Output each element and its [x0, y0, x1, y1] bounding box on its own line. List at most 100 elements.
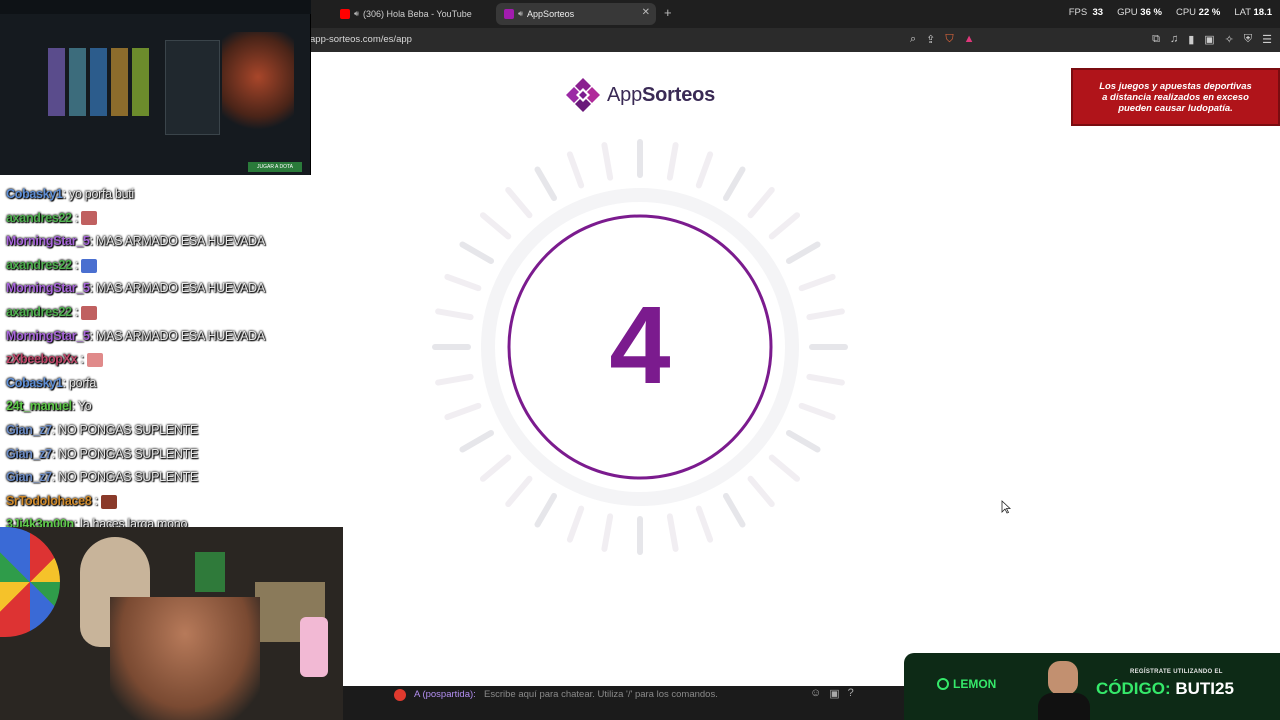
- spinner-tick: [534, 492, 557, 528]
- chat-username[interactable]: MorningStar_5: [6, 329, 90, 343]
- tab-youtube-label: (306) Hola Beba - YouTube: [363, 9, 472, 19]
- spinner-tick: [566, 151, 585, 189]
- appsorteos-logo-icon: [566, 78, 600, 112]
- ad-line-1: Los juegos y apuestas deportivas: [1099, 80, 1252, 92]
- help-icon[interactable]: ?: [848, 687, 854, 700]
- chat-text: : NO PONGAS SUPLENTE: [51, 446, 198, 461]
- spinner-tick: [459, 430, 495, 453]
- chat-text: : NO PONGAS SUPLENTE: [51, 470, 198, 485]
- chat-username[interactable]: axandres22: [6, 211, 72, 225]
- chat-username[interactable]: 24t_manuel: [6, 399, 72, 413]
- youtube-icon: [340, 9, 350, 19]
- spinner-tick: [534, 166, 557, 202]
- chat-message: Gian_z7: NO PONGAS SUPLENTE: [6, 446, 198, 462]
- menu-icon[interactable]: ☰: [1262, 33, 1272, 46]
- chat-user-label: A (pospartida):: [414, 689, 476, 700]
- brave-shield-icon[interactable]: ⛉: [945, 33, 953, 46]
- user-avatar-icon: [394, 689, 406, 701]
- vpn-icon[interactable]: ⛨: [1244, 33, 1252, 46]
- address-bar-icons: ⌕ ⇪ ⛉ ▲: [910, 33, 975, 46]
- spinner-tick: [768, 454, 801, 482]
- new-tab-button[interactable]: +: [664, 5, 672, 20]
- hero-card: [69, 48, 86, 116]
- lemon-ring-icon: [937, 678, 949, 690]
- chat-username[interactable]: Gian_z7: [6, 447, 52, 461]
- rewards-icon[interactable]: ▲: [964, 33, 975, 46]
- hero-details-panel: [165, 40, 220, 135]
- chat-username[interactable]: MorningStar_5: [6, 234, 90, 248]
- tab-youtube[interactable]: 🔊︎ (306) Hola Beba - YouTube: [332, 3, 490, 25]
- lemon-sponsor-banner: LEMON REGÍSTRATE UTILIZANDO EL CÓDIGO: B…: [904, 653, 1280, 720]
- spinner-tick: [435, 308, 474, 321]
- chat-text: : MAS ARMADO ESA HUEVADA: [89, 281, 266, 296]
- chat-input-bar: A (pospartida): Escribe aquí para chatea…: [343, 686, 905, 720]
- countdown-number: 4: [609, 283, 671, 407]
- spinner-tick: [479, 212, 512, 240]
- cpu-stat: CPU 22 %: [1175, 7, 1221, 18]
- chat-username[interactable]: Gian_z7: [6, 470, 52, 484]
- spinner-tick: [479, 454, 512, 482]
- chat-username[interactable]: Gian_z7: [6, 423, 52, 437]
- chat-text: :: [71, 210, 82, 225]
- chat-message: axandres22 :: [6, 257, 98, 273]
- spinner-tick: [723, 492, 746, 528]
- chat-input[interactable]: Escribe aquí para chatear. Utiliza '/' p…: [484, 689, 718, 700]
- spinner-tick: [666, 142, 679, 181]
- chat-message: MorningStar_5: MAS ARMADO ESA HUEVADA: [6, 280, 265, 296]
- share-icon[interactable]: ⇪: [926, 33, 935, 46]
- tab-appsorteos[interactable]: 🔊︎ AppSorteos ✕: [496, 3, 656, 25]
- chat-username[interactable]: axandres22: [6, 258, 72, 272]
- speaker-icon[interactable]: 🔊︎: [354, 9, 359, 19]
- spinner-tick: [505, 475, 533, 508]
- chat-username[interactable]: axandres22: [6, 305, 72, 319]
- gambling-warning-banner: Los juegos y apuestas deportivas a dista…: [1071, 68, 1280, 126]
- chat-message: MorningStar_5: MAS ARMADO ESA HUEVADA: [6, 233, 265, 249]
- music-icon[interactable]: ♫: [1170, 33, 1178, 46]
- image-icon[interactable]: ▣: [829, 687, 839, 700]
- webcam-overlay: [0, 527, 343, 720]
- spinner-tick: [785, 241, 821, 264]
- game-top-bar: [0, 0, 311, 14]
- chat-message: Cobasky1: yo porfa buti: [6, 186, 134, 202]
- screenshot-icon[interactable]: ⧉: [1152, 33, 1160, 46]
- performance-overlay: FPS 33 GPU 36 % CPU 22 % LAT 18.1: [1069, 7, 1272, 18]
- spinner-tick: [601, 513, 614, 552]
- zoom-icon[interactable]: ⌕: [910, 33, 916, 46]
- emoji-icon[interactable]: ☺: [810, 687, 821, 700]
- close-tab-icon[interactable]: ✕: [642, 7, 650, 18]
- chat-emote-icon: [81, 305, 98, 320]
- chat-username[interactable]: Cobasky1: [6, 376, 63, 390]
- spinner-tick: [505, 186, 533, 219]
- hero-card: [111, 48, 128, 116]
- chat-emote-icon: [86, 352, 103, 367]
- chat-text: : NO PONGAS SUPLENTE: [51, 423, 198, 437]
- speaker-icon[interactable]: 🔊︎: [518, 9, 523, 19]
- wallet-icon[interactable]: ▣: [1204, 33, 1214, 46]
- url-text[interactable]: app-sorteos.com/es/app: [310, 34, 412, 45]
- pink-microphone: [300, 617, 328, 677]
- chat-username[interactable]: MorningStar_5: [6, 281, 90, 295]
- chat-text: :: [71, 257, 82, 272]
- spinner-tick: [747, 475, 775, 508]
- chat-text: : porfa: [62, 375, 97, 390]
- chat-message: Cobasky1: porfa: [6, 375, 96, 391]
- spinner-tick: [459, 241, 495, 264]
- logo-text: AppSorteos: [607, 83, 716, 106]
- chat-message: axandres22 :: [6, 304, 98, 320]
- play-dota-button[interactable]: JUGAR A DOTA: [248, 162, 302, 172]
- spinner-tick: [695, 151, 714, 189]
- chat-text: : yo porfa buti: [62, 187, 135, 201]
- spinner-tick: [768, 212, 801, 240]
- appsorteos-logo[interactable]: AppSorteos: [565, 77, 715, 113]
- chat-username[interactable]: SrTodolohace8: [6, 494, 92, 508]
- chat-text: : MAS ARMADO ESA HUEVADA: [89, 234, 266, 249]
- chat-message: Gian_z7: NO PONGAS SUPLENTE: [6, 469, 198, 485]
- spinner-tick: [601, 142, 614, 181]
- chat-emote-icon: [81, 258, 98, 273]
- chat-username[interactable]: zXbeebopXx: [6, 352, 78, 366]
- chat-username[interactable]: Cobasky1: [6, 187, 63, 201]
- chat-text: :: [71, 305, 82, 319]
- sidebar-icon[interactable]: ▮: [1188, 33, 1194, 46]
- leo-icon[interactable]: ✧: [1225, 33, 1234, 46]
- sponsor-face: [1048, 661, 1078, 695]
